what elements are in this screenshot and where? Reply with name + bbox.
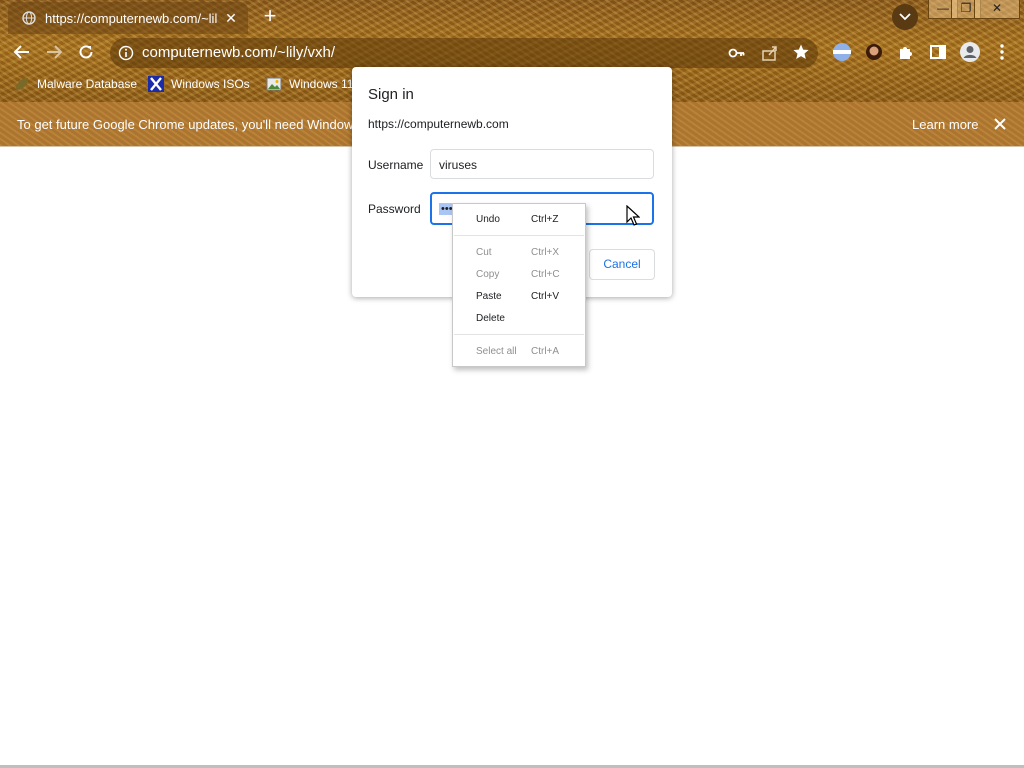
plus-icon[interactable]: + bbox=[258, 5, 282, 28]
menu-item-select-all[interactable]: Select all Ctrl+A bbox=[453, 342, 585, 360]
username-label: Username bbox=[368, 158, 424, 172]
side-panel-icon[interactable] bbox=[926, 40, 950, 64]
star-icon[interactable] bbox=[792, 43, 810, 66]
menu-item-label: Cut bbox=[476, 247, 492, 258]
menu-item-cut[interactable]: Cut Ctrl+X bbox=[453, 243, 585, 261]
bookmark-malware-database[interactable]: Malware Database bbox=[14, 75, 137, 93]
tab-active[interactable]: https://computernewb.com/~lily/ ✕ bbox=[8, 2, 248, 34]
menu-item-shortcut: Ctrl+C bbox=[531, 269, 560, 280]
globe-icon bbox=[21, 10, 37, 26]
menu-item-label: Undo bbox=[476, 214, 500, 225]
menu-item-delete[interactable]: Delete bbox=[453, 309, 585, 327]
close-icon[interactable] bbox=[991, 115, 1009, 133]
menu-item-shortcut: Ctrl+X bbox=[531, 247, 560, 258]
bookmark-windows-11[interactable]: Windows 11 bbox=[266, 75, 353, 93]
extension-flag-icon[interactable] bbox=[830, 40, 854, 64]
menu-item-label: Copy bbox=[476, 269, 500, 280]
extension-avatar-icon[interactable] bbox=[862, 40, 886, 64]
close-icon[interactable]: ✕ bbox=[223, 10, 239, 27]
menu-item-shortcut: Ctrl+Z bbox=[531, 214, 559, 225]
x-logo-icon bbox=[148, 76, 164, 92]
reload-icon[interactable] bbox=[74, 40, 98, 64]
username-field[interactable]: viruses bbox=[430, 149, 654, 179]
menu-item-label: Delete bbox=[476, 313, 505, 324]
menu-item-shortcut: Ctrl+V bbox=[531, 291, 560, 302]
url-text: computernewb.com/~lily/vxh/ bbox=[142, 44, 335, 61]
dialog-title: Sign in bbox=[368, 86, 414, 103]
bookmark-label: Malware Database bbox=[37, 77, 138, 91]
menu-item-label: Paste bbox=[476, 291, 502, 302]
key-icon[interactable] bbox=[728, 45, 746, 66]
puzzle-icon[interactable] bbox=[894, 40, 918, 64]
bookmark-label: Windows ISOs bbox=[171, 77, 250, 91]
context-menu: Undo Ctrl+Z Cut Ctrl+X Copy Ctrl+C Paste… bbox=[452, 203, 586, 367]
forward-arrow-icon[interactable] bbox=[42, 40, 66, 64]
bookmark-label: Windows 11 bbox=[289, 77, 354, 91]
mouse-cursor-icon bbox=[626, 204, 641, 227]
menu-item-shortcut: Ctrl+A bbox=[531, 346, 560, 357]
menu-separator bbox=[454, 235, 584, 236]
learn-more-link[interactable]: Learn more bbox=[912, 117, 978, 132]
menu-item-undo[interactable]: Undo Ctrl+Z bbox=[453, 210, 585, 228]
address-bar[interactable]: computernewb.com/~lily/vxh/ bbox=[110, 38, 818, 68]
back-arrow-icon[interactable] bbox=[10, 40, 34, 64]
password-label: Password bbox=[368, 202, 421, 216]
chevron-down-icon[interactable] bbox=[892, 4, 918, 30]
menu-icon[interactable] bbox=[990, 40, 1014, 64]
profile-icon[interactable] bbox=[958, 40, 982, 64]
window-close-icon[interactable]: ✕ bbox=[974, 0, 1020, 19]
cancel-button[interactable]: Cancel bbox=[589, 249, 655, 280]
info-icon[interactable] bbox=[118, 45, 134, 66]
leaf-icon bbox=[14, 76, 30, 92]
bookmark-windows-isos[interactable]: Windows ISOs bbox=[148, 75, 250, 93]
menu-item-label: Select all bbox=[476, 346, 517, 357]
image-icon bbox=[266, 76, 282, 92]
menu-item-paste[interactable]: Paste Ctrl+V bbox=[453, 287, 585, 305]
tab-title: https://computernewb.com/~lily/ bbox=[45, 10, 217, 26]
menu-item-copy[interactable]: Copy Ctrl+C bbox=[453, 265, 585, 283]
share-icon[interactable] bbox=[761, 44, 779, 67]
menu-separator bbox=[454, 334, 584, 335]
username-value: viruses bbox=[439, 158, 478, 172]
dialog-origin: https://computernewb.com bbox=[368, 117, 509, 131]
